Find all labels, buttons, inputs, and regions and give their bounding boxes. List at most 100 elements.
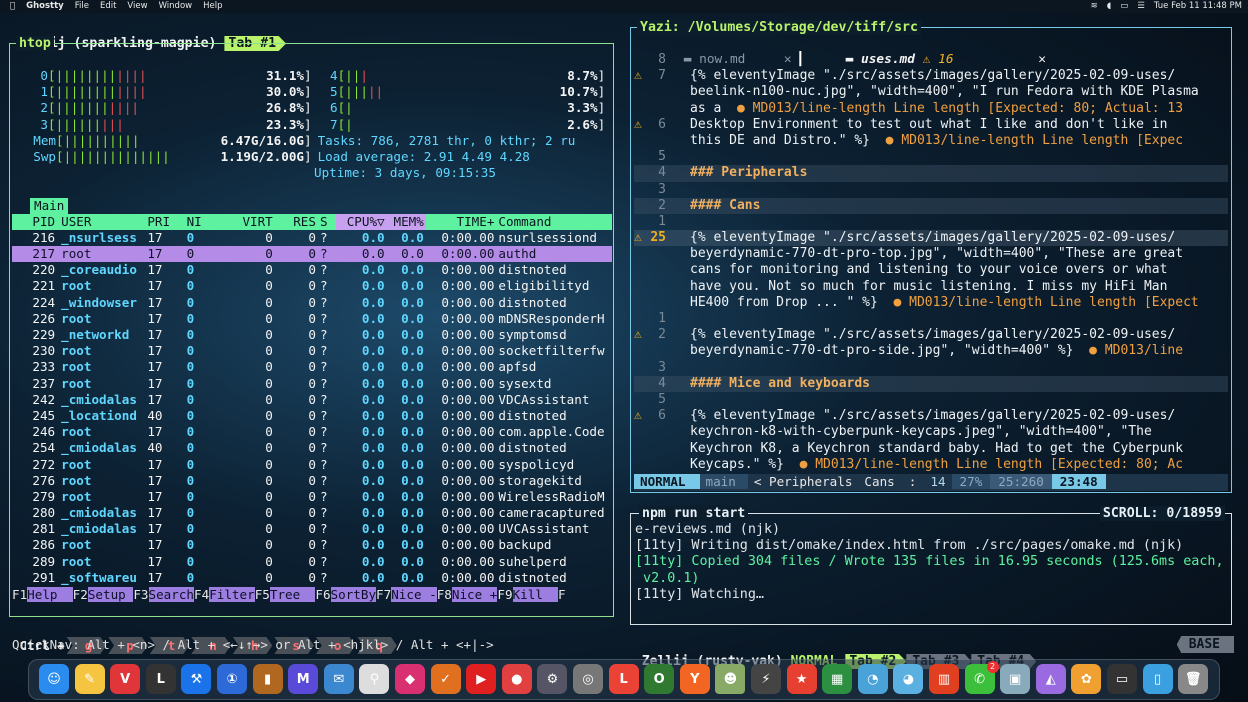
linear-icon[interactable]: L: [608, 664, 639, 694]
editor-buffer[interactable]: 8 ⚠ 7 {% eleventyImage "./src/assets/imag…: [634, 52, 1228, 472]
menu-app[interactable]: Ghostty: [26, 1, 64, 11]
fkey-f6[interactable]: F6SortBy: [315, 587, 377, 603]
table-row[interactable]: 216 _nsurlsess 17 0 0 0? 0.0 0.0 0:00.00 nsurlses…: [12, 230, 612, 246]
preview-icon[interactable]: ▣: [1000, 664, 1031, 694]
yc-icon[interactable]: Y: [679, 664, 710, 694]
fkey-f7[interactable]: F7Nice -: [376, 587, 437, 603]
office-icon[interactable]: O: [644, 664, 675, 694]
cell: symptomsd: [498, 327, 567, 342]
menu-help[interactable]: Help: [203, 1, 222, 11]
control-center-icon[interactable]: ☰: [1137, 1, 1145, 11]
table-row[interactable]: 279 root 17 0 0 0? 0.0 0.0 0:00.00 WirelessRadioM: [12, 489, 612, 505]
status-breadcrumb: < Peripherals: [753, 474, 853, 489]
menu-file[interactable]: File: [75, 1, 89, 11]
column-header-7[interactable]: CPU%▽: [335, 213, 387, 230]
gopher2-icon[interactable]: ◕: [893, 664, 924, 694]
gopher-icon[interactable]: ◔: [857, 664, 888, 694]
column-header-2[interactable]: PRI: [145, 214, 184, 230]
menu-clock[interactable]: Tue Feb 11 11:48 PM: [1154, 1, 1242, 11]
column-header-8[interactable]: MEM%: [386, 213, 426, 230]
sheets-icon[interactable]: ▦: [822, 664, 853, 694]
column-header-1[interactable]: USER: [59, 214, 145, 230]
menu-window[interactable]: Window: [159, 1, 193, 11]
column-header-6[interactable]: S: [318, 214, 336, 230]
column-header-4[interactable]: VIRT: [220, 214, 275, 230]
affinity2-icon[interactable]: ◭: [1035, 664, 1066, 694]
table-row[interactable]: 281 _cmiodalas 17 0 0 0? 0.0 0.0 0:00.00 UVCAssis…: [12, 521, 612, 537]
table-row[interactable]: 246 root 17 0 0 0? 0.0 0.0 0:00.00 com.apple.Code: [12, 424, 612, 440]
column-header-10[interactable]: Command: [496, 214, 612, 230]
table-row[interactable]: 245 _locationd 40 0 0 0? 0.0 0.0 0:00.00 distnote…: [12, 408, 612, 424]
line-number: 8: [658, 52, 666, 67]
fkey-f8[interactable]: F8Nice +: [437, 587, 498, 603]
table-row[interactable]: 221 root 17 0 0 0? 0.0 0.0 0:00.00 eligibilityd: [12, 278, 612, 294]
fkey-f1[interactable]: F1Help: [12, 587, 73, 603]
wifi-icon[interactable]: ≋: [1091, 1, 1098, 11]
fkey-f[interactable]: F: [558, 587, 566, 603]
warning-icon: ⚠: [634, 116, 642, 132]
column-header-0[interactable]: PID: [12, 214, 59, 230]
table-row[interactable]: 280 _cmiodalas 17 0 0 0? 0.0 0.0 0:00.00 cameraca…: [12, 505, 612, 521]
apple-icon[interactable]: : [10, 1, 15, 11]
mastodon-icon[interactable]: M: [288, 664, 319, 694]
1password-icon[interactable]: ①: [217, 664, 247, 694]
table-row[interactable]: 272 root 17 0 0 0? 0.0 0.0 0:00.00 syspolicyd: [12, 457, 612, 473]
mimestream-icon[interactable]: ✉: [323, 664, 354, 694]
table-row[interactable]: 254 _cmiodalas 40 0 0 0? 0.0 0.0 0:00.00 distnote…: [12, 440, 612, 456]
avatar-icon[interactable]: ☻: [715, 664, 746, 694]
spotlight-icon[interactable]: ⚲: [359, 664, 390, 694]
table-row[interactable]: 226 root 17 0 0 0? 0.0 0.0 0:00.00 mDNSResponderH: [12, 311, 612, 327]
cell: backupd: [498, 537, 552, 553]
trash-icon[interactable]: 🗑: [1178, 664, 1209, 694]
htop-tab-main[interactable]: Main: [30, 197, 69, 214]
menu-view[interactable]: View: [127, 1, 147, 11]
menu-edit[interactable]: Edit: [100, 1, 116, 11]
fkey-f2[interactable]: F2Setup: [73, 587, 134, 603]
presentation-icon[interactable]: ▥: [929, 664, 959, 694]
table-row[interactable]: 291 _softwareu 17 0 0 0? 0.0 0.0 0:00.00 distnote…: [12, 570, 612, 586]
table-row[interactable]: 229 _networkd 17 0 0 0? 0.0 0.0 0:00.00 symptomsd: [12, 327, 612, 343]
cell: 0: [265, 391, 273, 407]
table-row[interactable]: 286 root 17 0 0 0? 0.0 0.0 0:00.00 backupd: [12, 537, 612, 553]
findmy-icon[interactable]: ◎: [573, 664, 603, 694]
lmstudio-icon[interactable]: L: [145, 664, 176, 694]
bracket: ]: [597, 116, 606, 132]
affinity-icon[interactable]: ◆: [395, 664, 425, 694]
fkey-f3[interactable]: F3Search: [133, 587, 195, 603]
terminal-icon[interactable]: ▭: [1107, 664, 1137, 694]
notes-icon[interactable]: ✎: [74, 664, 105, 694]
table-row[interactable]: 224 _windowser 17 0 0 0? 0.0 0.0 0:00.00 distnote…: [12, 295, 612, 311]
feeder-icon[interactable]: ✓: [430, 664, 461, 694]
fkey-f9[interactable]: F9Kill: [497, 587, 559, 603]
column-header-5[interactable]: RES: [275, 214, 318, 230]
photos-icon[interactable]: ✿: [1071, 664, 1102, 694]
cell: 0: [186, 278, 195, 294]
table-row[interactable]: 289 root 17 0 0 0? 0.0 0.0 0:00.00 suhelperd: [12, 554, 612, 570]
folder-icon[interactable]: ▯: [1142, 664, 1173, 694]
column-header-3[interactable]: NI: [185, 214, 220, 230]
books-icon[interactable]: ▮: [252, 664, 283, 694]
table-row[interactable]: 233 root 17 0 0 0? 0.0 0.0 0:00.00 apfsd: [12, 359, 612, 375]
hammerspoon-icon[interactable]: ⚡: [751, 664, 781, 694]
volume-icon[interactable]: ◖: [1107, 1, 1111, 11]
column-header-9[interactable]: TIME+: [426, 214, 497, 230]
vivaldi-icon[interactable]: V: [110, 664, 141, 694]
table-row[interactable]: 217 root 17 0 0 0? 0.0 0.0 0:00.00 authd: [12, 246, 612, 263]
table-row[interactable]: 276 root 17 0 0 0? 0.0 0.0 0:00.00 storagekitd: [12, 473, 612, 489]
fkey-f5[interactable]: F5Tree: [255, 587, 316, 603]
table-row[interactable]: 230 root 17 0 0 0? 0.0 0.0 0:00.00 socketfilterfw: [12, 343, 612, 359]
cell: 0.0: [361, 440, 385, 456]
cell: 0: [308, 456, 316, 472]
cell: 0: [265, 278, 273, 294]
youtube-icon[interactable]: ▶: [466, 664, 497, 694]
reeder-icon[interactable]: ★: [786, 664, 817, 694]
fkey-f4[interactable]: F4Filter: [194, 587, 255, 603]
battery-icon[interactable]: ▭: [1120, 1, 1128, 11]
xcode-icon[interactable]: ⚒: [181, 664, 212, 694]
table-row[interactable]: 242 _cmiodalas 17 0 0 0? 0.0 0.0 0:00.00 VDCAssis…: [12, 392, 612, 408]
finder-icon[interactable]: ☺: [39, 664, 69, 694]
table-row[interactable]: 237 root 17 0 0 0? 0.0 0.0 0:00.00 sysextd: [12, 376, 612, 392]
table-row[interactable]: 220 _coreaudio 17 0 0 0? 0.0 0.0 0:00.00 distnote…: [12, 262, 612, 278]
pocketcasts-icon[interactable]: ●: [501, 664, 532, 694]
altserver-icon[interactable]: ⚙: [537, 664, 568, 694]
